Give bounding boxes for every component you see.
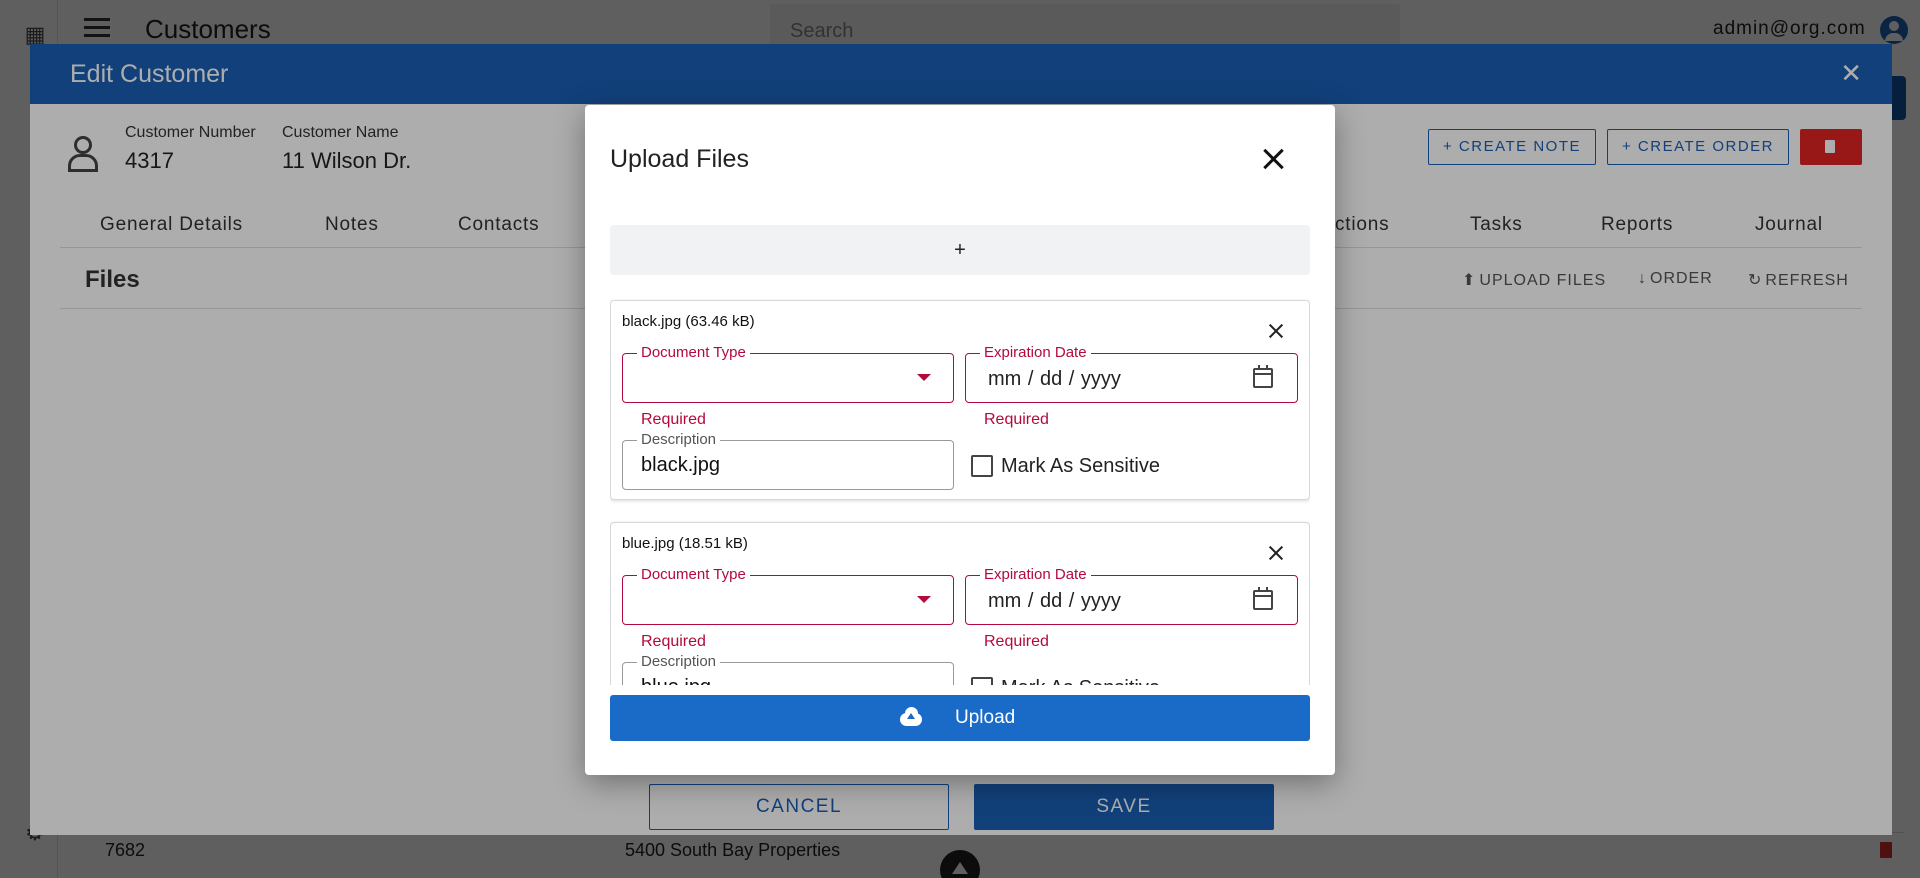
- expiration-date-field[interactable]: Expiration Date mm / dd / yyyy: [965, 566, 1298, 625]
- add-file-button[interactable]: +: [610, 225, 1310, 275]
- description-value: blue.jpg: [641, 676, 711, 685]
- expiration-date-label: Expiration Date: [980, 566, 1091, 583]
- calendar-icon[interactable]: [1253, 587, 1273, 610]
- caret-down-icon[interactable]: [917, 596, 931, 603]
- mark-sensitive-label: Mark As Sensitive: [1001, 455, 1160, 477]
- file-card: blue.jpg (18.51 kB) Document Type Requir…: [610, 522, 1310, 685]
- description-label: Description: [637, 653, 721, 670]
- expiration-date-field[interactable]: Expiration Date mm / dd / yyyy: [965, 344, 1298, 403]
- mark-sensitive-label: Mark As Sensitive: [1001, 677, 1160, 685]
- document-type-helper: Required: [641, 633, 706, 650]
- file-name: black.jpg (63.46 kB): [622, 313, 755, 330]
- caret-down-icon[interactable]: [917, 374, 931, 381]
- upload-label: Upload: [955, 707, 1016, 728]
- document-type-select[interactable]: Document Type: [622, 344, 954, 403]
- mark-sensitive-checkbox[interactable]: Mark As Sensitive: [971, 455, 1191, 479]
- close-icon[interactable]: [1262, 147, 1286, 171]
- document-type-label: Document Type: [637, 344, 750, 361]
- mark-sensitive-checkbox[interactable]: Mark As Sensitive: [971, 677, 1191, 685]
- description-label: Description: [637, 431, 721, 448]
- expiration-date-placeholder: mm / dd / yyyy: [988, 590, 1121, 612]
- document-type-select[interactable]: Document Type: [622, 566, 954, 625]
- checkbox-icon[interactable]: [971, 677, 993, 685]
- checkbox-icon[interactable]: [971, 455, 993, 477]
- document-type-helper: Required: [641, 411, 706, 428]
- file-list[interactable]: black.jpg (63.46 kB) Document Type Requi…: [610, 295, 1310, 685]
- expiration-date-label: Expiration Date: [980, 344, 1091, 361]
- description-field[interactable]: Description blue.jpg: [622, 653, 954, 685]
- expiration-date-helper: Required: [984, 411, 1049, 428]
- cloud-arrow-icon: [907, 713, 915, 719]
- calendar-icon[interactable]: [1253, 365, 1273, 388]
- modal-title: Upload Files: [610, 145, 749, 173]
- remove-file-icon[interactable]: [1268, 545, 1284, 561]
- file-name: blue.jpg (18.51 kB): [622, 535, 748, 552]
- file-card: black.jpg (63.46 kB) Document Type Requi…: [610, 300, 1310, 500]
- expiration-date-placeholder: mm / dd / yyyy: [988, 368, 1121, 390]
- remove-file-icon[interactable]: [1268, 323, 1284, 339]
- description-field[interactable]: Description black.jpg: [622, 431, 954, 490]
- expiration-date-helper: Required: [984, 633, 1049, 650]
- document-type-label: Document Type: [637, 566, 750, 583]
- upload-files-modal: Upload Files + black.jpg (63.46 kB) Docu…: [585, 105, 1335, 775]
- description-value: black.jpg: [641, 454, 720, 476]
- upload-button[interactable]: Upload: [610, 695, 1310, 741]
